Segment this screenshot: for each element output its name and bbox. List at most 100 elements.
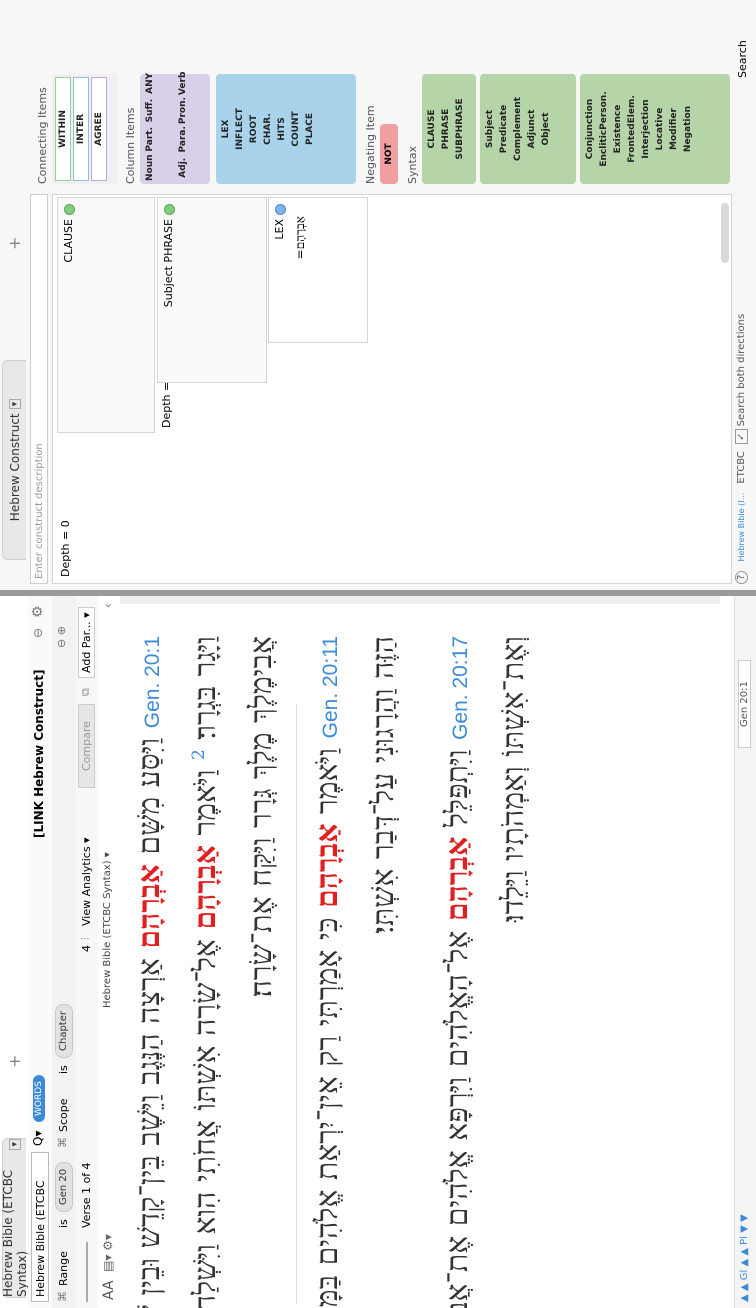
verse-ref-2[interactable]: Gen. 20:11	[319, 636, 342, 738]
predicate-item[interactable]: Predicate	[497, 77, 511, 181]
highlight-word[interactable]: אַבְרָהָם	[188, 845, 223, 929]
range-value-select[interactable]: Gen 20	[55, 1161, 73, 1212]
negation-item[interactable]: Negation	[681, 77, 695, 181]
bible-pane: Hebrew Bible (ETCBC Syntax) ▾ + Hebrew B…	[0, 596, 756, 1308]
range-label: Range	[57, 1251, 70, 1286]
lex-item[interactable]: LEX	[219, 77, 233, 181]
chevron-left-icon[interactable]: ‹	[101, 603, 115, 608]
status-dot-icon	[163, 204, 175, 215]
within-item[interactable]: WITHIN	[55, 77, 71, 181]
interjection-item[interactable]: Interjection	[639, 77, 653, 181]
location-field[interactable]: Gen 20:1	[738, 660, 751, 748]
nav-arrows[interactable]: ▲ ▲ Gl ▲ ▲ Pl ▼ ▼	[739, 1214, 750, 1302]
noun-item[interactable]: Noun	[143, 154, 174, 181]
bible-text-area: Gen. 20:1 וַיִּסַּע מִשָּׁם אַבְרָהָם אַ…	[120, 596, 756, 1308]
add-parallel-button[interactable]: Add Par... ▾	[78, 607, 95, 678]
verse-4-line-1: Gen. 20:17 וַיִּתְפַּלֵּל אַבְרָהָם אֶל־…	[440, 636, 475, 1308]
search-query[interactable]: [LINK Hebrew Construct]	[32, 670, 46, 838]
modifier-item[interactable]: Modifier	[667, 77, 681, 181]
fronted-item[interactable]: FrontedElem.	[625, 77, 639, 181]
locative-item[interactable]: Locative	[653, 77, 667, 181]
verse-slider[interactable]	[86, 1242, 88, 1302]
share-icon[interactable]: ⚙	[30, 605, 46, 618]
palette-search-button[interactable]: Search	[736, 40, 749, 78]
enclitic-item[interactable]: EncliticPerson.	[597, 77, 611, 181]
vertical-scrollbar[interactable]	[120, 596, 720, 604]
bible-column-title[interactable]: Hebrew Bible (ETCBC Syntax) ▾	[102, 852, 113, 1008]
connecting-items-header: Connecting Items	[36, 87, 49, 184]
not-item-label: NOT	[384, 143, 394, 165]
toolbar-row: Verse 1 of 4 4 ⫶ View Analytics ▾ Compar…	[76, 596, 99, 1308]
inter-item[interactable]: INTER	[73, 77, 89, 181]
is-label-1: is	[57, 1219, 70, 1228]
app-canvas: Hebrew Bible (ETCBC Syntax) ▾ + Hebrew B…	[0, 0, 756, 1308]
para-item[interactable]: Para.	[176, 126, 207, 152]
root-item[interactable]: ROOT	[247, 77, 261, 181]
scope-value-select[interactable]: Chapter	[55, 1004, 73, 1058]
count-item[interactable]: COUNT	[289, 77, 303, 181]
verse-ref-3[interactable]: Gen. 20:17	[449, 636, 472, 740]
not-item[interactable]: NOT	[380, 124, 398, 184]
bible-link[interactable]: Hebrew Bible (I...	[737, 493, 746, 562]
adjunct-item[interactable]: Adjunct	[525, 77, 539, 181]
phrase-item[interactable]: PHRASE	[439, 77, 453, 181]
remove-scope-icon[interactable]: ⌘	[56, 1137, 69, 1148]
minus-icon[interactable]: ⊖	[31, 628, 45, 638]
adj-item[interactable]: Adj.	[176, 154, 207, 181]
version-select[interactable]: Hebrew Bible (ETCBC Synt... ▾	[31, 1152, 65, 1302]
tab-menu-icon[interactable]: ▾	[8, 1139, 21, 1150]
suff-item[interactable]: Suff.	[143, 97, 174, 124]
clause-box[interactable]: CLAUSE	[57, 197, 155, 433]
syntax-group-1: CLAUSE PHRASE SUBPHRASE	[422, 74, 476, 184]
verse-3-line-2: הַזֶּה וַהֲרָגוּנִי עַל־דְּבַר אִשְׁתִּי…	[366, 636, 401, 934]
etcbc-select[interactable]: ETCBC	[736, 451, 747, 484]
verb-item[interactable]: Verb	[176, 72, 207, 95]
tab-bible[interactable]: Hebrew Bible (ETCBC Syntax) ▾	[1, 1138, 29, 1298]
lex-box[interactable]: LEX =אַבְרָהָם	[268, 197, 368, 343]
help-icon[interactable]: ?	[735, 570, 748, 584]
lex-label: LEX	[273, 204, 286, 240]
subject-item[interactable]: Subject	[483, 77, 497, 181]
construct-canvas[interactable]: Depth = 0 CLAUSE Depth = 0 Subject PHRAS…	[52, 194, 732, 584]
subject-phrase-label: Subject PHRASE	[162, 204, 175, 307]
any-item[interactable]: ANY	[143, 72, 174, 95]
place-item[interactable]: PLACE	[303, 77, 317, 181]
highlight-word[interactable]: אַבְרָהָם	[310, 824, 345, 908]
highlight-word[interactable]: אַבְרָהָם	[440, 837, 475, 921]
agree-item[interactable]: AGREE	[91, 77, 107, 181]
tab-menu-icon[interactable]: ▾	[8, 398, 21, 410]
compare-button[interactable]: Compare	[78, 704, 95, 788]
search-icon[interactable]: Q▾	[31, 1131, 45, 1146]
part-item[interactable]: Part.	[143, 126, 174, 152]
view-analytics-button[interactable]: View Analytics ▾	[80, 837, 93, 926]
existence-item[interactable]: Existence	[611, 77, 625, 181]
text-header-row: AA ▤▾ ⚙▾ Hebrew Bible (ETCBC Syntax) ▾ ‹	[98, 596, 121, 1308]
remove-range-icon[interactable]: ⌘	[56, 1291, 69, 1302]
pron-item[interactable]: Pron.	[176, 97, 207, 124]
canvas-scrollbar[interactable]	[721, 203, 729, 263]
add-tab-icon[interactable]: +	[5, 1055, 24, 1068]
verse-ref-1[interactable]: Gen. 20:1	[141, 636, 164, 728]
char-item[interactable]: CHAR.	[261, 77, 275, 181]
font-size-icon[interactable]: AA	[101, 1280, 117, 1300]
tab-construct[interactable]: Hebrew Construct ▾	[2, 360, 26, 560]
complement-item[interactable]: Complement	[511, 77, 525, 181]
compare-icon[interactable]: ⧉	[79, 688, 93, 696]
verse-counter: Verse 1 of 4	[80, 1162, 93, 1228]
subphrase-item[interactable]: SUBPHRASE	[453, 77, 467, 181]
scope-label: Scope	[57, 1098, 70, 1132]
add-filter-icon[interactable]: ⊖ ⊕	[55, 626, 68, 648]
pane-splitter[interactable]	[0, 590, 756, 596]
conjunction-item[interactable]: Conjunction	[583, 77, 597, 181]
object-item[interactable]: Object	[539, 77, 553, 181]
layout-icon[interactable]: ▤▾ ⚙▾	[101, 1234, 115, 1272]
search-both-checkbox[interactable]: ✓	[735, 429, 748, 444]
highlight-word[interactable]: אַבְרָהָם	[132, 864, 167, 948]
hits-item[interactable]: HITS	[275, 77, 289, 181]
inflect-item[interactable]: INFLECT	[233, 77, 247, 181]
clause-item[interactable]: CLAUSE	[425, 77, 439, 181]
subject-phrase-box[interactable]: Subject PHRASE	[157, 197, 267, 383]
add-tab-icon[interactable]: +	[5, 237, 24, 250]
construct-description-field[interactable]: Enter construct description	[30, 194, 48, 584]
words-chip[interactable]: WORDS	[33, 1075, 45, 1122]
